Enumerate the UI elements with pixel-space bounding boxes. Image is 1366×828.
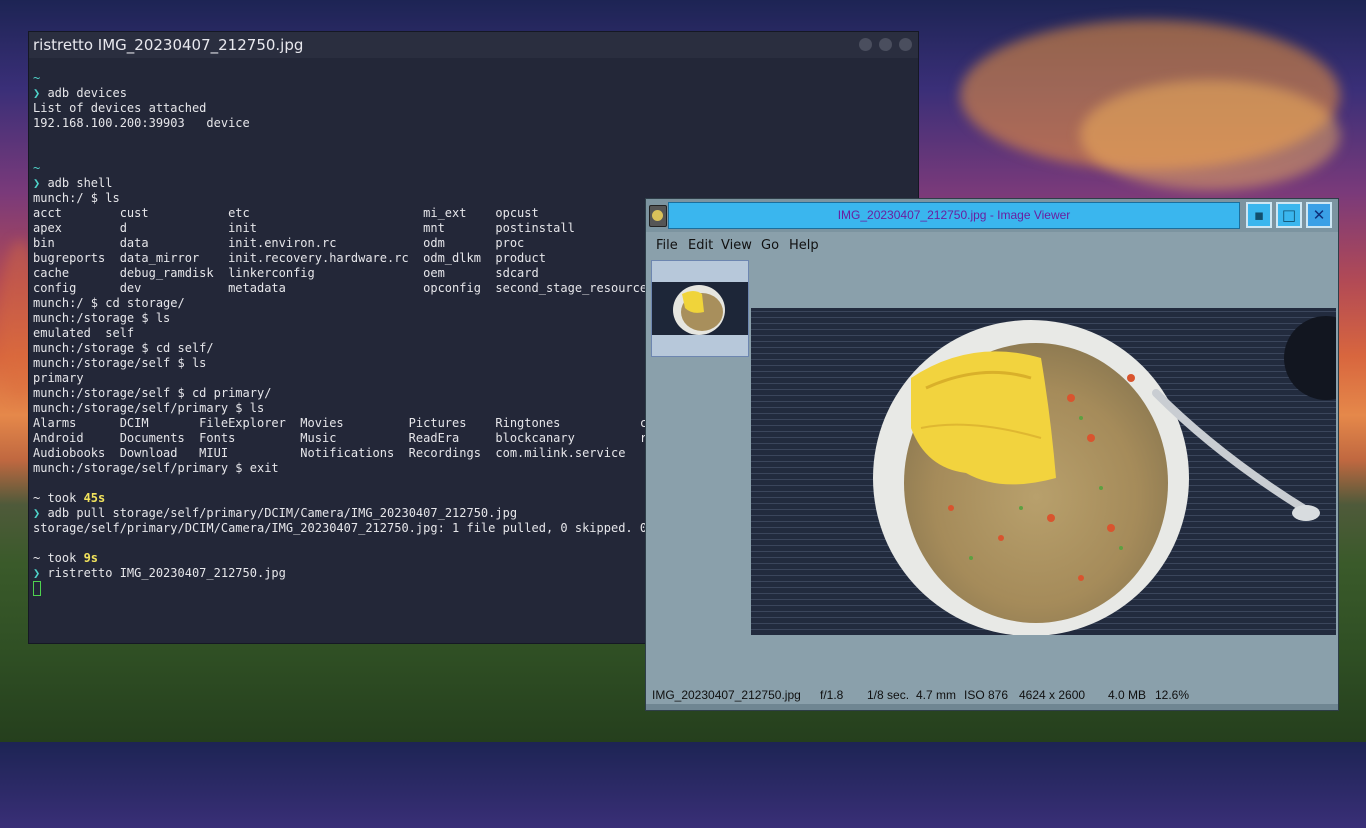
terminal-line: ~ xyxy=(33,161,41,175)
maximize-button[interactable] xyxy=(879,38,892,51)
terminal-line: 192.168.100.200:39903 device xyxy=(33,116,250,130)
menu-file[interactable]: File xyxy=(656,238,678,253)
maximize-button[interactable]: □ xyxy=(1276,202,1302,228)
close-button[interactable] xyxy=(899,38,912,51)
terminal-titlebar[interactable]: ristretto IMG_20230407_212750.jpg xyxy=(29,32,918,58)
close-icon: ✕ xyxy=(1312,206,1326,224)
menu-help[interactable]: Help xyxy=(789,238,819,253)
minimize-button[interactable]: ▪ xyxy=(1246,202,1272,228)
viewer-title: IMG_20230407_212750.jpg - Image Viewer xyxy=(837,208,1071,222)
status-size: 4.0 MB xyxy=(1108,688,1147,702)
viewer-titlebar[interactable]: IMG_20230407_212750.jpg - Image Viewer ▪… xyxy=(646,199,1338,232)
maximize-icon: □ xyxy=(1281,206,1297,224)
wallpaper-cloud xyxy=(1080,80,1340,190)
main-image[interactable] xyxy=(751,308,1336,635)
terminal-line: ~ xyxy=(33,71,41,85)
thumbnail-image[interactable] xyxy=(652,282,748,335)
terminal-line: ❯ adb devices xyxy=(33,86,127,100)
viewer-title-area[interactable]: IMG_20230407_212750.jpg - Image Viewer xyxy=(668,202,1240,229)
image-viewer-window[interactable]: IMG_20230407_212750.jpg - Image Viewer ▪… xyxy=(645,198,1339,711)
minimize-button[interactable] xyxy=(859,38,872,51)
app-icon[interactable] xyxy=(649,205,667,227)
close-button[interactable]: ✕ xyxy=(1306,202,1332,228)
terminal-line: List of devices attached xyxy=(33,101,207,115)
status-iso: ISO 876 xyxy=(964,688,1009,702)
status-dimensions: 4624 x 2600 xyxy=(1019,688,1086,702)
menu-edit[interactable]: Edit xyxy=(688,238,713,253)
window-border[interactable] xyxy=(646,704,1338,710)
status-aperture: f/1.8 xyxy=(820,688,844,702)
status-focal: 4.7 mm xyxy=(916,688,957,702)
menu-go[interactable]: Go xyxy=(761,238,779,253)
terminal-line: ❯ adb shell xyxy=(33,176,113,190)
thumbnail-bar[interactable] xyxy=(651,260,749,357)
status-exposure: 1/8 sec. xyxy=(867,688,910,702)
status-filename: IMG_20230407_212750.jpg xyxy=(652,688,801,702)
status-zoom: 12.6% xyxy=(1155,688,1190,702)
menu-view[interactable]: View xyxy=(721,238,752,253)
minimize-icon: ▪ xyxy=(1253,206,1265,224)
text-cursor xyxy=(33,581,41,596)
terminal-title: ristretto IMG_20230407_212750.jpg xyxy=(33,36,304,54)
